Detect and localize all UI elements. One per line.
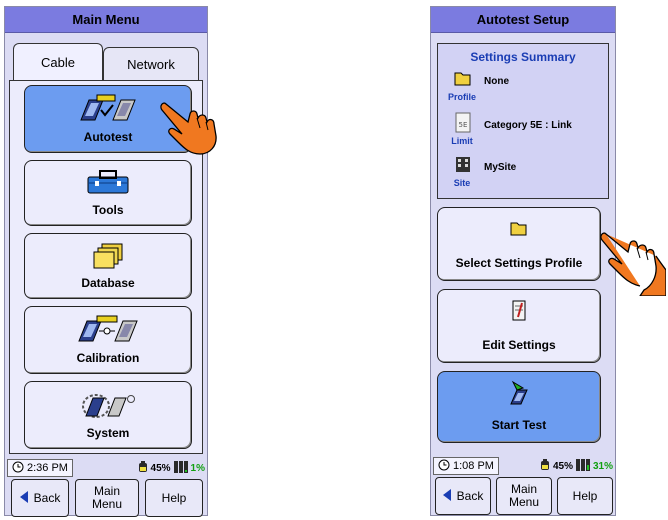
clock: 2:36 PM: [7, 459, 73, 477]
select-settings-profile-label: Select Settings Profile: [455, 256, 583, 270]
start-test-label: Start Test: [491, 418, 547, 432]
battery-percent: 45%: [150, 462, 171, 474]
memory-icon: [173, 460, 188, 476]
autotest-setup-panel: Autotest Setup Settings Summary Profile …: [430, 6, 616, 516]
building-icon: [446, 154, 480, 179]
svg-text:5E: 5E: [459, 121, 468, 129]
calibration-button[interactable]: Calibration: [24, 306, 192, 374]
main-menu-label: Main Menu: [91, 484, 123, 511]
main-menu-title: Main Menu: [5, 7, 207, 33]
back-arrow-icon: [442, 488, 451, 504]
select-settings-profile-button[interactable]: Select Settings Profile: [437, 207, 601, 281]
profile-value: None: [484, 76, 509, 87]
help-button[interactable]: Help: [145, 479, 203, 517]
memory-percent: 31%: [592, 460, 613, 472]
main-menu-button[interactable]: Main Menu: [75, 479, 139, 517]
profile-caption: Profile: [447, 92, 476, 102]
database-label: Database: [81, 276, 135, 290]
start-test-icon: [507, 380, 531, 411]
help-label: Help: [161, 490, 187, 505]
toolbox-icon: [86, 169, 130, 200]
site-value: MySite: [484, 162, 517, 173]
back-button[interactable]: Back: [11, 479, 69, 517]
database-icon: [90, 242, 126, 275]
battery-percent: 45%: [552, 460, 573, 472]
clock-icon: [438, 459, 450, 474]
bottom-bar: Back Main Menu Help: [7, 479, 205, 517]
main-menu-button[interactable]: Main Menu: [496, 477, 552, 515]
tools-button[interactable]: Tools: [24, 160, 192, 226]
tab-bar: Cable Network: [9, 43, 203, 81]
system-label: System: [86, 426, 130, 440]
edit-document-icon: [510, 300, 528, 327]
summary-row-limit: 5E Limit Category 5E : Link: [444, 112, 604, 152]
site-caption: Site: [453, 178, 471, 188]
limit-value: Category 5E : Link: [484, 120, 572, 131]
folder-icon: [509, 218, 529, 243]
help-label: Help: [572, 488, 598, 503]
help-button[interactable]: Help: [557, 477, 613, 515]
back-arrow-icon: [19, 490, 28, 506]
calibration-icon: [75, 315, 141, 350]
battery-icon: [138, 460, 148, 476]
settings-summary-heading: Settings Summary: [470, 50, 576, 64]
clock-time: 2:36 PM: [27, 462, 68, 474]
memory-percent: 1%: [190, 462, 205, 474]
clock: 1:08 PM: [433, 457, 499, 475]
summary-row-site: Site MySite: [444, 154, 604, 194]
system-button[interactable]: System: [24, 381, 192, 449]
folder-icon: [446, 68, 480, 93]
limit-caption: Limit: [451, 136, 473, 146]
database-button[interactable]: Database: [24, 233, 192, 299]
bottom-bar: Back Main Menu Help: [433, 477, 613, 515]
system-icon: [80, 390, 136, 425]
summary-row-profile: Profile None: [444, 68, 604, 108]
autotest-icon: [77, 94, 139, 129]
back-label: Back: [33, 490, 61, 505]
autotest-setup-title: Autotest Setup: [431, 7, 615, 33]
clock-time: 1:08 PM: [453, 460, 494, 472]
main-menu-panel: Main Menu Cable Network Autotest Tools D…: [4, 6, 208, 517]
memory-icon: [575, 458, 590, 474]
tab-cable[interactable]: Cable: [13, 43, 103, 81]
battery-status: 45% 1%: [138, 460, 205, 476]
status-bar: 1:08 PM 45% 31%: [433, 455, 613, 477]
status-bar: 2:36 PM 45% 1%: [7, 457, 205, 479]
back-button[interactable]: Back: [435, 477, 491, 515]
clock-icon: [12, 461, 24, 476]
calibration-label: Calibration: [76, 351, 140, 365]
main-menu-label: Main Menu: [508, 482, 540, 509]
tab-network[interactable]: Network: [103, 47, 199, 81]
edit-settings-button[interactable]: Edit Settings: [437, 289, 601, 363]
battery-status: 45% 31%: [540, 458, 613, 474]
tools-label: Tools: [92, 203, 124, 217]
hand-pointer-icon: [600, 226, 667, 301]
hand-pointer-icon: [160, 96, 228, 161]
edit-settings-label: Edit Settings: [482, 338, 556, 352]
back-label: Back: [456, 488, 484, 503]
settings-summary: Settings Summary Profile None 5E Limit C…: [437, 43, 609, 199]
battery-icon: [540, 458, 550, 474]
limit-document-icon: 5E: [446, 112, 480, 139]
start-test-button[interactable]: Start Test: [437, 371, 601, 443]
